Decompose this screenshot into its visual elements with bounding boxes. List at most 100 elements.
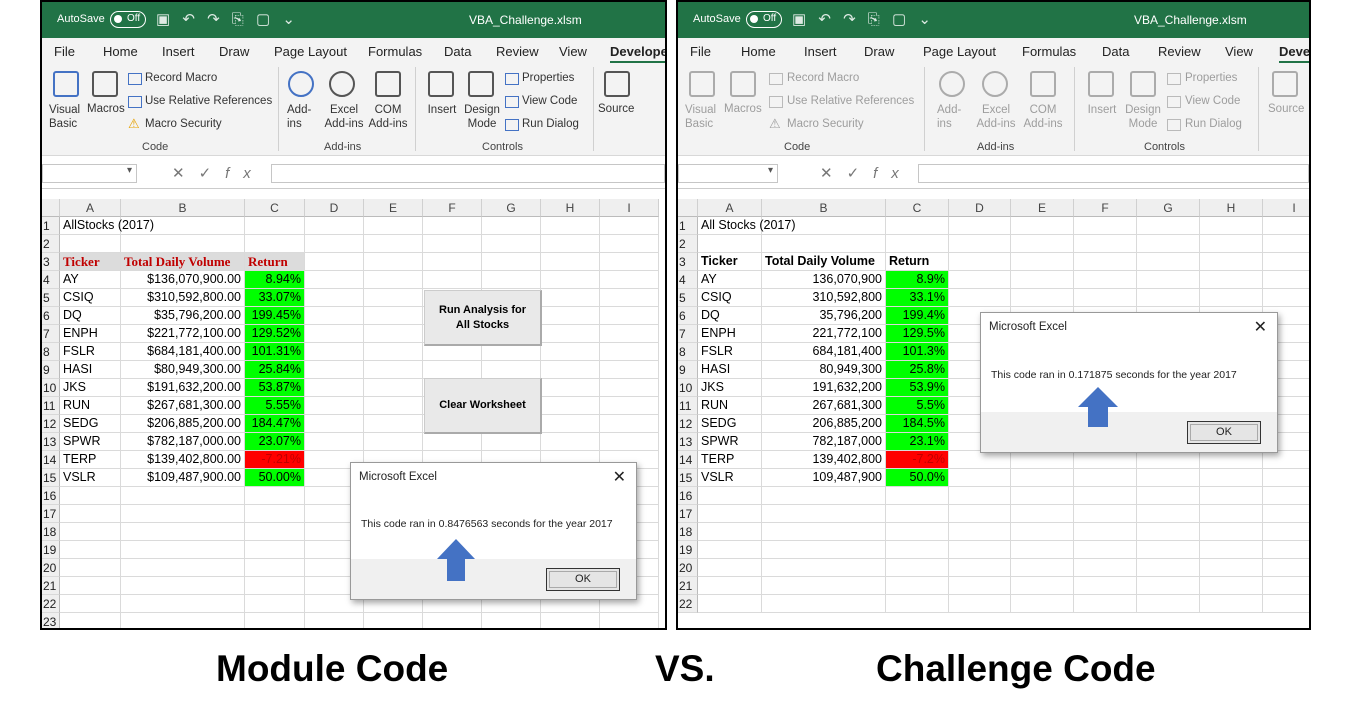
tab-draw[interactable]: Draw (864, 44, 894, 59)
relative-references-button[interactable]: Use Relative References (787, 95, 914, 107)
properties-button[interactable]: Properties (522, 72, 574, 84)
cell-i18[interactable] (1263, 523, 1309, 541)
ok-button[interactable]: OK (546, 568, 620, 591)
tab-review[interactable]: Review (496, 44, 539, 59)
insert-controls-button[interactable]: Insert (425, 103, 459, 117)
cell-d9[interactable] (305, 361, 364, 379)
cell-c3[interactable]: Return (245, 253, 305, 271)
row-header[interactable]: 19 (42, 541, 60, 559)
cell-b10[interactable]: 191,632,200 (762, 379, 886, 397)
cell-d14[interactable] (949, 451, 1011, 469)
cell-g21[interactable] (1137, 577, 1200, 595)
cell-d1[interactable] (305, 217, 364, 235)
cell-a4[interactable]: AY (698, 271, 762, 289)
cell-g22[interactable] (1137, 595, 1200, 613)
column-header-f[interactable]: F (1074, 199, 1137, 217)
cell-c1[interactable] (245, 217, 305, 235)
column-header-e[interactable]: E (1011, 199, 1074, 217)
cell-e2[interactable] (364, 235, 423, 253)
cell-e3[interactable] (1011, 253, 1074, 271)
cell-a2[interactable] (60, 235, 121, 253)
cell-c15[interactable]: 50.00% (245, 469, 305, 487)
cell-i4[interactable] (600, 271, 659, 289)
column-header-f[interactable]: F (423, 199, 482, 217)
column-header-d[interactable]: D (305, 199, 364, 217)
cell-b11[interactable]: 267,681,300 (762, 397, 886, 415)
cell-d4[interactable] (949, 271, 1011, 289)
cell-h6[interactable] (541, 307, 600, 325)
tab-view[interactable]: View (559, 44, 587, 59)
cell-i5[interactable] (600, 289, 659, 307)
cell-e6[interactable] (364, 307, 423, 325)
cell-d19[interactable] (949, 541, 1011, 559)
cell-f3[interactable] (423, 253, 482, 271)
cell-f16[interactable] (1074, 487, 1137, 505)
name-box[interactable]: ▾ (678, 164, 778, 183)
cell-d6[interactable] (305, 307, 364, 325)
row-header[interactable]: 4 (678, 271, 698, 289)
column-header-b[interactable]: B (762, 199, 886, 217)
cell-h1[interactable] (541, 217, 600, 235)
cell-a15[interactable]: VSLR (60, 469, 121, 487)
macro-security-button[interactable]: Macro Security (145, 118, 222, 130)
cell-b11[interactable]: $267,681,300.00 (121, 397, 245, 415)
tab-page-layout[interactable]: Page Layout (923, 44, 996, 59)
row-header[interactable]: 7 (42, 325, 60, 343)
cell-b2[interactable] (762, 235, 886, 253)
cell-d10[interactable] (305, 379, 364, 397)
quick-access-toolbar[interactable]: ▣ ↶ ↷ ⎘ ▢ ⌄ (792, 10, 935, 28)
tab-home[interactable]: Home (103, 44, 138, 59)
column-header-i[interactable]: I (1263, 199, 1309, 217)
cell-h5[interactable] (541, 289, 600, 307)
cell-c8[interactable]: 101.3% (886, 343, 949, 361)
visual-basic-button[interactable]: Visual Basic (49, 103, 85, 131)
cell-i22[interactable] (1263, 595, 1309, 613)
cell-b3[interactable]: Total Daily Volume (762, 253, 886, 271)
tab-insert[interactable]: Insert (162, 44, 195, 59)
cell-e23[interactable] (364, 613, 423, 628)
cell-c19[interactable] (245, 541, 305, 559)
cell-e12[interactable] (364, 415, 423, 433)
row-header[interactable]: 12 (42, 415, 60, 433)
cell-d23[interactable] (305, 613, 364, 628)
row-header[interactable]: 3 (678, 253, 698, 271)
cell-b5[interactable]: $310,592,800.00 (121, 289, 245, 307)
cell-a14[interactable]: TERP (698, 451, 762, 469)
macros-button[interactable]: Macros (87, 103, 125, 115)
cell-a16[interactable] (698, 487, 762, 505)
cell-h7[interactable] (541, 325, 600, 343)
cell-h10[interactable] (541, 379, 600, 397)
cell-a8[interactable]: FSLR (60, 343, 121, 361)
tab-draw[interactable]: Draw (219, 44, 249, 59)
cell-b14[interactable]: 139,402,800 (762, 451, 886, 469)
cell-c3[interactable]: Return (886, 253, 949, 271)
row-header[interactable]: 2 (42, 235, 60, 253)
cell-d21[interactable] (949, 577, 1011, 595)
tab-file[interactable]: File (54, 44, 75, 59)
cell-a18[interactable] (60, 523, 121, 541)
cell-b19[interactable] (762, 541, 886, 559)
row-header[interactable]: 20 (678, 559, 698, 577)
cell-i2[interactable] (600, 235, 659, 253)
cell-d15[interactable] (949, 469, 1011, 487)
cell-b19[interactable] (121, 541, 245, 559)
macro-security-button[interactable]: Macro Security (787, 118, 864, 130)
cell-g9[interactable] (482, 361, 541, 379)
cell-b20[interactable] (121, 559, 245, 577)
cell-h18[interactable] (1200, 523, 1263, 541)
row-header[interactable]: 9 (42, 361, 60, 379)
cell-i11[interactable] (600, 397, 659, 415)
autosave-toggle[interactable]: Off (110, 11, 146, 28)
cell-g1[interactable] (1137, 217, 1200, 235)
clear-worksheet-button[interactable]: Clear Worksheet (424, 378, 542, 434)
cell-h16[interactable] (1200, 487, 1263, 505)
cell-a9[interactable]: HASI (60, 361, 121, 379)
cell-d5[interactable] (305, 289, 364, 307)
cell-a16[interactable] (60, 487, 121, 505)
cell-b17[interactable] (762, 505, 886, 523)
cell-e19[interactable] (1011, 541, 1074, 559)
column-header-c[interactable]: C (245, 199, 305, 217)
column-header-a[interactable]: A (60, 199, 121, 217)
tab-formulas[interactable]: Formulas (368, 44, 422, 59)
row-header[interactable]: 22 (42, 595, 60, 613)
